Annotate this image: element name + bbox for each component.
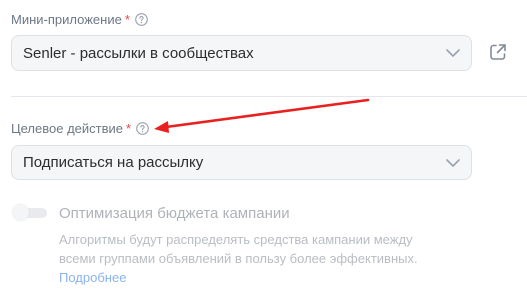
budget-optimization-label: Оптимизация бюджета кампании — [59, 205, 290, 222]
target-action-label: Целевое действие * — [11, 121, 149, 136]
budget-optimization-description: Алгоритмы будут распределять средства ка… — [59, 230, 449, 287]
required-mark: * — [124, 12, 130, 27]
budget-optimization-description-text: Алгоритмы будут распределять средства ка… — [59, 232, 418, 266]
chevron-down-icon — [446, 49, 460, 57]
mini-app-label: Мини-приложение * — [11, 12, 148, 27]
question-circle-icon[interactable] — [135, 13, 148, 26]
target-action-select-value: Подписаться на рассылку — [23, 154, 204, 171]
campaign-settings-form: Мини-приложение * Senler - рассылки в со… — [0, 0, 527, 306]
budget-optimization-toggle[interactable] — [12, 204, 47, 221]
mini-app-select-value: Senler - рассылки в сообществах — [23, 44, 254, 62]
more-info-link[interactable]: Подробнее — [59, 270, 126, 285]
question-circle-icon[interactable] — [136, 122, 149, 135]
section-divider — [11, 96, 527, 97]
external-link-icon[interactable] — [488, 42, 508, 62]
target-action-label-text: Целевое действие — [11, 121, 123, 136]
required-mark: * — [126, 121, 132, 136]
mini-app-label-text: Мини-приложение — [11, 12, 122, 27]
toggle-knob — [12, 204, 29, 221]
mini-app-select[interactable]: Senler - рассылки в сообществах — [11, 35, 472, 71]
chevron-down-icon — [446, 158, 460, 167]
target-action-select[interactable]: Подписаться на рассылку — [11, 145, 472, 180]
